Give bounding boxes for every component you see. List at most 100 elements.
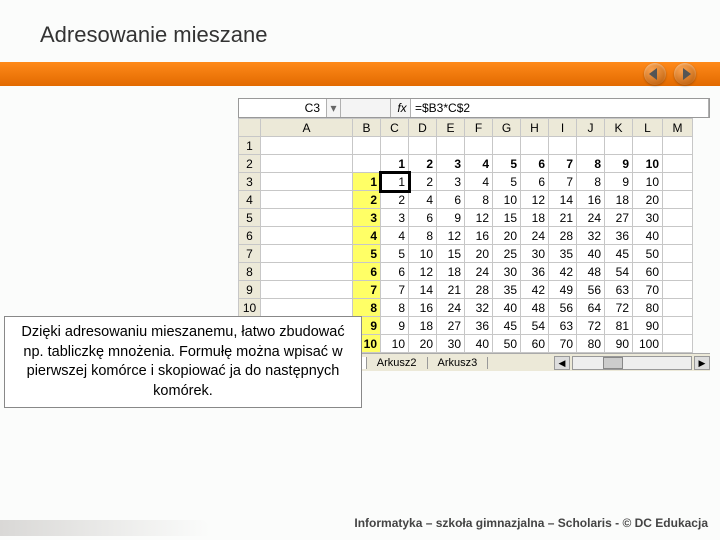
cell[interactable]: 30: [493, 263, 521, 281]
col-header[interactable]: M: [663, 119, 693, 137]
cell[interactable]: 20: [633, 191, 663, 209]
cell[interactable]: 7: [549, 173, 577, 191]
cell[interactable]: 6: [409, 209, 437, 227]
row-header[interactable]: 4: [239, 191, 261, 209]
cell[interactable]: 12: [521, 191, 549, 209]
cell[interactable]: 100: [633, 335, 663, 353]
cell[interactable]: 40: [465, 335, 493, 353]
cell[interactable]: 81: [605, 317, 633, 335]
cell[interactable]: 6: [381, 263, 409, 281]
row-header[interactable]: 5: [239, 209, 261, 227]
cell[interactable]: 3: [381, 209, 409, 227]
cell[interactable]: 18: [437, 263, 465, 281]
cell[interactable]: 4: [465, 155, 493, 173]
cell[interactable]: 10: [633, 155, 663, 173]
name-box[interactable]: C3: [239, 99, 327, 117]
formula-input[interactable]: =$B3*C$2: [411, 99, 709, 117]
cell[interactable]: 56: [549, 299, 577, 317]
row-header[interactable]: 9: [239, 281, 261, 299]
cell[interactable]: 63: [605, 281, 633, 299]
col-header[interactable]: I: [549, 119, 577, 137]
cell[interactable]: 18: [409, 317, 437, 335]
row-header[interactable]: 10: [239, 299, 261, 317]
cell[interactable]: 20: [465, 245, 493, 263]
cell[interactable]: 10: [381, 335, 409, 353]
row-header[interactable]: 7: [239, 245, 261, 263]
select-all-corner[interactable]: [239, 119, 261, 137]
col-header[interactable]: H: [521, 119, 549, 137]
cell[interactable]: 15: [493, 209, 521, 227]
cell[interactable]: 9: [605, 155, 633, 173]
cell[interactable]: 25: [493, 245, 521, 263]
cell[interactable]: 16: [577, 191, 605, 209]
cell[interactable]: 36: [521, 263, 549, 281]
sheet-tab[interactable]: Arkusz2: [367, 357, 428, 369]
cell[interactable]: 2: [353, 191, 381, 209]
fx-label[interactable]: fx: [391, 99, 411, 117]
cell[interactable]: 3: [353, 209, 381, 227]
cell[interactable]: 30: [521, 245, 549, 263]
cell[interactable]: 54: [521, 317, 549, 335]
cell[interactable]: 28: [465, 281, 493, 299]
cell[interactable]: 48: [577, 263, 605, 281]
prev-slide-button[interactable]: [644, 63, 666, 85]
cell[interactable]: 40: [493, 299, 521, 317]
cell[interactable]: 9: [605, 173, 633, 191]
cell[interactable]: 24: [437, 299, 465, 317]
sheet-tab[interactable]: Arkusz3: [428, 357, 489, 369]
cell[interactable]: 8: [577, 155, 605, 173]
cell[interactable]: 10: [493, 191, 521, 209]
cell[interactable]: 30: [437, 335, 465, 353]
cell[interactable]: 35: [493, 281, 521, 299]
cell[interactable]: 9: [437, 209, 465, 227]
cell[interactable]: 45: [493, 317, 521, 335]
cell[interactable]: 12: [437, 227, 465, 245]
cell[interactable]: 90: [605, 335, 633, 353]
row-header[interactable]: 1: [239, 137, 261, 155]
cell[interactable]: 40: [633, 227, 663, 245]
cell[interactable]: 45: [605, 245, 633, 263]
cell[interactable]: 36: [465, 317, 493, 335]
cell[interactable]: 50: [633, 245, 663, 263]
cell[interactable]: 14: [549, 191, 577, 209]
cell[interactable]: 8: [465, 191, 493, 209]
row-header[interactable]: 6: [239, 227, 261, 245]
cell[interactable]: 70: [633, 281, 663, 299]
cell[interactable]: 16: [465, 227, 493, 245]
cell[interactable]: 16: [409, 299, 437, 317]
cell[interactable]: 5: [353, 245, 381, 263]
col-header[interactable]: J: [577, 119, 605, 137]
cell[interactable]: 27: [437, 317, 465, 335]
cell[interactable]: 28: [549, 227, 577, 245]
cell[interactable]: 5: [381, 245, 409, 263]
cell[interactable]: 5: [493, 155, 521, 173]
cell[interactable]: 32: [577, 227, 605, 245]
col-header[interactable]: L: [633, 119, 663, 137]
col-header[interactable]: B: [353, 119, 381, 137]
cell[interactable]: 72: [577, 317, 605, 335]
cell[interactable]: 3: [437, 155, 465, 173]
cell[interactable]: 9: [381, 317, 409, 335]
cell[interactable]: 4: [465, 173, 493, 191]
cell[interactable]: 18: [521, 209, 549, 227]
cell[interactable]: 18: [605, 191, 633, 209]
cell[interactable]: 36: [605, 227, 633, 245]
cell[interactable]: 48: [521, 299, 549, 317]
cell[interactable]: 21: [549, 209, 577, 227]
cell[interactable]: 6: [521, 155, 549, 173]
row-header[interactable]: 3: [239, 173, 261, 191]
cell[interactable]: 2: [409, 155, 437, 173]
col-header[interactable]: F: [465, 119, 493, 137]
scroll-left-icon[interactable]: ◀: [554, 356, 570, 370]
cell[interactable]: 5: [493, 173, 521, 191]
col-header[interactable]: E: [437, 119, 465, 137]
cell[interactable]: 72: [605, 299, 633, 317]
cell[interactable]: 2: [409, 173, 437, 191]
cell[interactable]: 80: [633, 299, 663, 317]
cell[interactable]: 20: [409, 335, 437, 353]
cell[interactable]: 90: [633, 317, 663, 335]
cell[interactable]: 1: [381, 173, 409, 191]
cell[interactable]: 7: [381, 281, 409, 299]
cell[interactable]: 6: [521, 173, 549, 191]
cell[interactable]: 7: [353, 281, 381, 299]
